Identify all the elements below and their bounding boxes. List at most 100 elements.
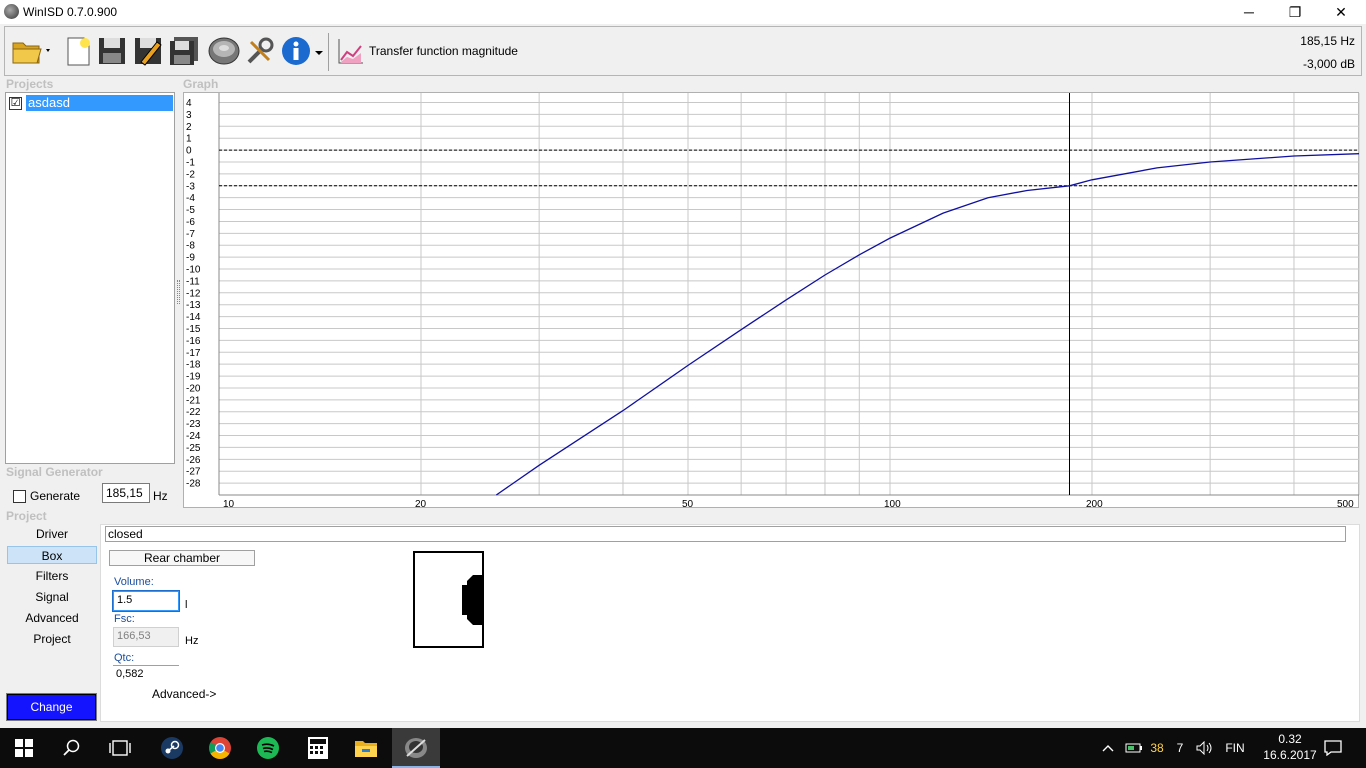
nav-project[interactable]: Project	[7, 630, 97, 648]
y-tick-label: -23	[186, 419, 201, 430]
minimize-button[interactable]: ─	[1226, 0, 1272, 24]
x-tick-label: 20	[415, 499, 427, 509]
window-title: WinISD 0.7.0.900	[23, 5, 118, 19]
toolbar: Transfer function magnitude 185,15 Hz -3…	[4, 26, 1362, 76]
x-tick-label: 10	[223, 499, 235, 509]
tray-counter-2[interactable]: 7	[1172, 728, 1188, 768]
save-all-icon[interactable]	[168, 35, 200, 67]
open-folder-icon[interactable]	[10, 35, 54, 67]
project-name[interactable]: asdasd	[26, 95, 173, 111]
y-tick-label: -7	[186, 229, 195, 240]
y-tick-label: -19	[186, 372, 201, 383]
y-tick-label: -14	[186, 312, 201, 323]
advanced-button[interactable]: Advanced->	[152, 687, 216, 701]
notifications-icon[interactable]	[1322, 728, 1344, 768]
y-tick-label: -2	[186, 169, 195, 180]
y-tick-label: -13	[186, 300, 201, 311]
volume-label: Volume:	[114, 576, 154, 588]
transfer-function-chart[interactable]: 43210-1-2-3-4-5-6-7-8-9-10-11-12-13-14-1…	[184, 93, 1360, 509]
y-tick-label: -17	[186, 348, 201, 359]
clock-date: 16.6.2017	[1263, 748, 1317, 762]
y-tick-label: -9	[186, 253, 195, 264]
generate-checkbox-row[interactable]: Generate	[13, 489, 80, 503]
project-item[interactable]: ☑ asdasd	[9, 95, 173, 111]
tray-counter-1[interactable]: 38	[1146, 728, 1168, 768]
projects-label: Projects	[6, 77, 54, 91]
qtc-input[interactable]: 0,582	[113, 665, 179, 685]
save-icon[interactable]	[96, 35, 128, 67]
fsc-label: Fsc:	[114, 613, 135, 625]
graph-label: Graph	[183, 77, 219, 91]
nav-box[interactable]: Box	[7, 546, 97, 564]
chrome-icon[interactable]	[196, 728, 244, 768]
tools-icon[interactable]	[244, 35, 276, 67]
windows-start-icon[interactable]	[0, 728, 48, 768]
file-explorer-icon[interactable]	[342, 728, 390, 768]
qtc-label: Qtc:	[114, 652, 135, 664]
new-project-icon[interactable]	[62, 35, 94, 67]
spotify-icon[interactable]	[244, 728, 292, 768]
language-indicator[interactable]: FIN	[1220, 728, 1250, 768]
y-tick-label: -21	[186, 395, 201, 406]
winisd-icon[interactable]	[392, 728, 440, 768]
y-tick-label: -5	[186, 205, 195, 216]
maximize-button[interactable]: ❐	[1272, 0, 1318, 24]
y-tick-label: -8	[186, 241, 195, 252]
y-tick-label: -11	[186, 276, 200, 287]
nav-filters[interactable]: Filters	[7, 567, 97, 585]
driver-icon[interactable]	[208, 35, 240, 67]
volume-icon[interactable]	[1194, 728, 1216, 768]
y-tick-label: -16	[186, 336, 201, 347]
volume-unit: l	[185, 599, 188, 611]
calculator-icon[interactable]	[294, 728, 342, 768]
change-button[interactable]: Change	[6, 693, 97, 721]
clock-time: 0.32	[1278, 732, 1302, 746]
fsc-field: 166,53	[113, 627, 179, 647]
y-tick-label: 2	[186, 122, 192, 133]
cursor-frequency-readout: 185,15 Hz	[1300, 34, 1355, 48]
battery-icon[interactable]	[1124, 728, 1144, 768]
rear-chamber-button[interactable]: Rear chamber	[109, 550, 255, 566]
generate-checkbox[interactable]	[13, 489, 26, 503]
y-tick-label: 1	[186, 134, 192, 145]
nav-driver[interactable]: Driver	[7, 525, 97, 543]
y-tick-label: -10	[186, 265, 201, 276]
chart-icon[interactable]	[335, 35, 367, 67]
info-dropdown-arrow[interactable]	[314, 47, 324, 57]
box-type-field[interactable]: closed	[105, 526, 1346, 542]
nav-advanced[interactable]: Advanced	[7, 609, 97, 627]
cursor-db-readout: -3,000 dB	[1302, 57, 1355, 71]
search-icon[interactable]	[48, 728, 96, 768]
volume-input[interactable]: 1.5	[112, 590, 180, 612]
y-tick-label: -28	[186, 479, 201, 490]
graph-selector[interactable]: Transfer function magnitude	[369, 44, 518, 58]
y-tick-label: -1	[186, 157, 195, 168]
box-settings-panel: closed Rear chamber Volume: 1.5 l Fsc: 1…	[100, 524, 1360, 722]
toolbar-separator	[328, 33, 329, 71]
tray-expand-icon[interactable]	[1100, 728, 1116, 768]
response-curve	[495, 153, 1360, 496]
close-button[interactable]: ✕	[1318, 0, 1364, 24]
task-view-icon[interactable]	[96, 728, 144, 768]
signal-frequency-input[interactable]: 185,15	[102, 483, 150, 503]
signal-generator-label: Signal Generator	[6, 465, 103, 479]
y-tick-label: 3	[186, 110, 192, 121]
y-tick-label: -22	[186, 407, 201, 418]
x-tick-label: 50	[682, 499, 694, 509]
splitter-handle[interactable]	[177, 280, 180, 304]
info-icon[interactable]	[280, 35, 312, 67]
steam-icon[interactable]	[148, 728, 196, 768]
y-tick-label: -25	[186, 443, 201, 454]
clock[interactable]: 0.32 16.6.2017	[1258, 732, 1322, 764]
y-tick-label: -24	[186, 431, 201, 442]
graph-area[interactable]: 4 3 2 1 0 -1 -2 -3 -4 -5 -6 -7 -8 -9 -10 -11 -12 -13 -14 -1…	[183, 92, 1360, 509]
y-tick-label: -12	[186, 288, 201, 299]
save-as-icon[interactable]	[132, 35, 164, 67]
fsc-unit: Hz	[185, 635, 199, 647]
project-checkbox[interactable]: ☑	[9, 96, 22, 110]
x-tick-label: 100	[884, 499, 901, 509]
taskbar: 38 7 FIN 0.32 16.6.2017	[0, 728, 1366, 768]
nav-signal[interactable]: Signal	[7, 588, 97, 606]
x-tick-label: 200	[1086, 499, 1103, 509]
title-bar: WinISD 0.7.0.900 ─ ❐ ✕	[0, 0, 1366, 24]
